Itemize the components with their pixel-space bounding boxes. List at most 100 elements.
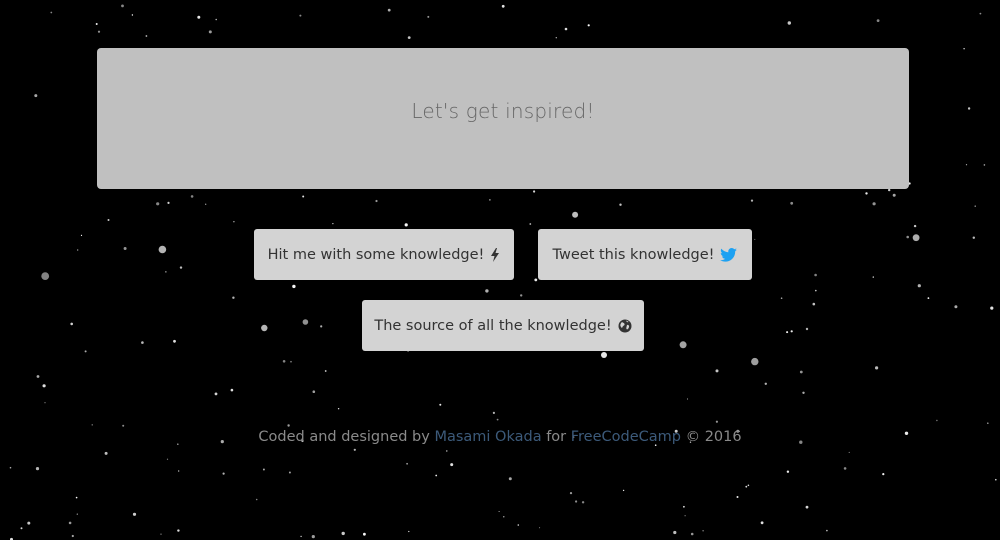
star — [619, 203, 622, 206]
star — [917, 284, 921, 288]
star — [123, 247, 127, 250]
star — [995, 478, 997, 481]
star — [967, 107, 971, 110]
star — [489, 199, 491, 201]
star — [673, 530, 677, 535]
star — [882, 473, 885, 476]
star — [75, 496, 78, 499]
star — [790, 201, 794, 205]
star — [167, 201, 170, 204]
star — [255, 498, 258, 501]
star — [158, 245, 167, 254]
tweet-button[interactable]: Tweet this knowledge! — [538, 229, 752, 280]
star — [534, 278, 538, 282]
star — [20, 527, 23, 530]
author-link[interactable]: Masami Okada — [434, 429, 541, 445]
star — [892, 193, 896, 197]
star — [71, 534, 74, 538]
star — [41, 272, 50, 280]
star — [84, 350, 87, 353]
star — [683, 505, 685, 508]
star — [36, 375, 40, 378]
star — [261, 324, 268, 332]
star — [736, 496, 739, 498]
star — [311, 535, 315, 539]
star — [485, 289, 489, 293]
freecodecamp-link[interactable]: FreeCodeCamp — [571, 429, 681, 445]
star — [214, 392, 218, 396]
star — [587, 24, 590, 27]
star — [954, 305, 958, 309]
star — [508, 477, 512, 481]
star — [197, 15, 201, 19]
star — [450, 463, 454, 467]
star — [230, 388, 234, 392]
star — [332, 223, 334, 225]
star — [35, 467, 40, 471]
star — [974, 205, 976, 207]
star — [34, 94, 38, 98]
star — [324, 370, 327, 372]
star — [876, 19, 880, 22]
star — [337, 408, 340, 410]
star — [95, 23, 98, 25]
globe-icon — [618, 319, 632, 333]
star — [80, 234, 83, 236]
star — [131, 14, 134, 16]
tweet-button-label: Tweet this knowledge! — [552, 246, 715, 263]
star — [353, 448, 356, 451]
star — [679, 341, 687, 349]
star — [177, 529, 180, 532]
new-quote-button-label: Hit me with some knowledge! — [267, 246, 485, 263]
star — [287, 424, 290, 427]
footer-copyright: © 2016 — [685, 429, 742, 445]
star — [963, 48, 965, 50]
star — [754, 238, 756, 240]
star — [872, 202, 876, 206]
star — [222, 472, 225, 475]
star — [843, 467, 847, 470]
star — [300, 535, 302, 538]
new-quote-button[interactable]: Hit me with some knowledge! — [254, 229, 514, 280]
star — [872, 276, 874, 278]
star — [408, 530, 410, 533]
star — [68, 521, 72, 525]
star — [97, 30, 101, 33]
star — [865, 192, 868, 195]
star — [965, 164, 968, 166]
star — [601, 352, 607, 358]
star — [983, 164, 986, 166]
star — [715, 369, 719, 373]
star — [42, 384, 46, 388]
star — [906, 235, 909, 239]
twitter-bird-icon — [720, 247, 738, 262]
star — [107, 219, 110, 221]
star — [750, 199, 754, 202]
star — [427, 15, 430, 18]
star — [160, 533, 162, 535]
star — [232, 296, 235, 299]
star — [760, 521, 764, 525]
source-button[interactable]: The source of all the knowledge! — [362, 300, 644, 351]
star — [539, 527, 541, 529]
star — [764, 382, 767, 385]
star — [555, 37, 557, 39]
star — [282, 360, 286, 363]
star — [44, 402, 46, 404]
star — [156, 202, 160, 206]
star — [363, 532, 366, 536]
star — [302, 195, 305, 198]
star — [178, 470, 180, 472]
star — [875, 366, 879, 370]
star — [104, 451, 108, 455]
star — [987, 422, 989, 425]
star — [790, 330, 793, 333]
star — [805, 505, 809, 509]
star — [121, 4, 124, 8]
star — [341, 531, 345, 536]
quote-text: Let's get inspired! — [411, 98, 595, 123]
star — [972, 236, 975, 239]
star — [407, 36, 411, 39]
star — [888, 188, 891, 192]
star — [320, 325, 323, 328]
